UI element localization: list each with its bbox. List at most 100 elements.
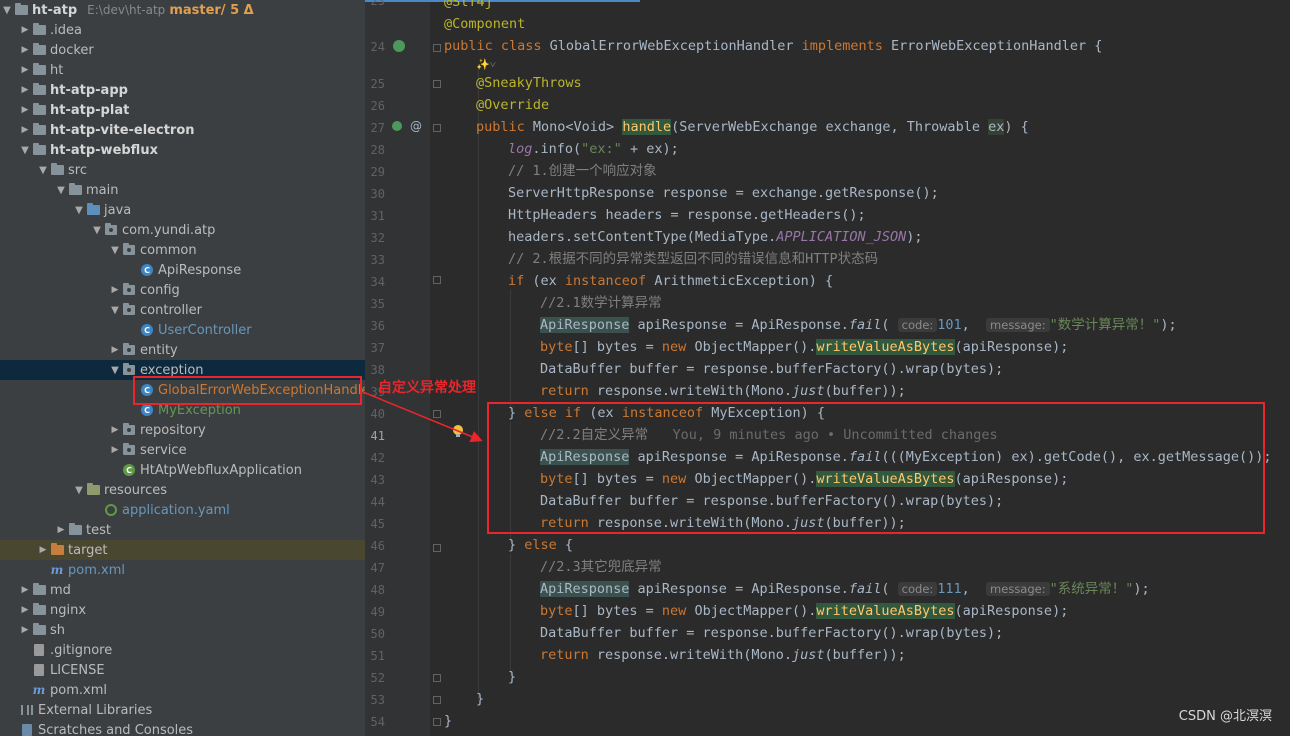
tree-item[interactable]: ▼ ht-atp-webflux — [0, 140, 365, 160]
tree-item[interactable]: ▶ config — [0, 280, 365, 300]
tree-item-label: sh — [50, 622, 66, 638]
package-icon — [122, 343, 136, 357]
code-line-35: //2.1数学计算异常 — [540, 295, 662, 311]
chevron-right-icon[interactable]: ▶ — [18, 105, 32, 115]
tree-item[interactable]: ▼ common — [0, 240, 365, 260]
resources-folder-icon — [86, 483, 100, 497]
tree-item-label: common — [140, 242, 197, 258]
chevron-right-icon[interactable]: ▶ — [54, 525, 68, 535]
git-branch: master/ 5 Δ — [169, 2, 254, 18]
tree-item[interactable]: application.yaml — [0, 500, 365, 520]
tree-item-label: LICENSE — [50, 662, 105, 678]
chevron-down-icon[interactable]: ▼ — [108, 305, 122, 316]
tree-item[interactable]: m pom.xml — [0, 680, 365, 700]
tree-item[interactable]: External Libraries — [0, 700, 365, 720]
chevron-down-icon[interactable]: ▼ — [90, 225, 104, 236]
package-icon — [122, 363, 136, 377]
tree-item[interactable]: ▶ target — [0, 540, 365, 560]
chevron-right-icon[interactable]: ▶ — [18, 605, 32, 615]
fold-toggle-icon[interactable] — [433, 718, 441, 726]
tree-item[interactable]: ▼ src — [0, 160, 365, 180]
tree-item-label: pom.xml — [50, 682, 107, 698]
tree-item-label: ht-atp-vite-electron — [50, 122, 195, 138]
chevron-right-icon[interactable]: ▶ — [18, 625, 32, 635]
tree-item[interactable]: ▶ ht-atp-vite-electron — [0, 120, 365, 140]
tree-item[interactable]: ▼ controller — [0, 300, 365, 320]
line-number: 29 — [370, 165, 385, 179]
tree-item[interactable]: ▼ resources — [0, 480, 365, 500]
chevron-right-icon[interactable]: ▶ — [108, 285, 122, 295]
lightbulb-icon[interactable] — [453, 425, 463, 437]
folder-icon — [32, 63, 46, 77]
tree-item[interactable]: C UserController — [0, 320, 365, 340]
chevron-right-icon[interactable]: ▶ — [108, 425, 122, 435]
package-icon — [122, 243, 136, 257]
fold-toggle-icon[interactable] — [433, 44, 441, 52]
code-line-52: } — [508, 669, 517, 685]
line-number: 49 — [370, 605, 385, 619]
line-number: 31 — [370, 209, 385, 223]
chevron-down-icon[interactable]: ▼ — [108, 245, 122, 256]
tree-item[interactable]: ▶ sh — [0, 620, 365, 640]
fold-toggle-icon[interactable] — [433, 80, 441, 88]
tree-item[interactable]: ▶ md — [0, 580, 365, 600]
chevron-right-icon[interactable]: ▶ — [108, 445, 122, 455]
chevron-down-icon[interactable]: ▼ — [108, 365, 122, 376]
tree-item[interactable]: C ApiResponse — [0, 260, 365, 280]
override-gutter-icon[interactable] — [392, 121, 402, 131]
tree-item[interactable]: ▶ ht — [0, 60, 365, 80]
tree-item[interactable]: ▼ com.yundi.atp — [0, 220, 365, 240]
chevron-right-icon[interactable]: ▶ — [18, 585, 32, 595]
project-name: ht-atp — [32, 2, 78, 18]
chevron-down-icon[interactable]: ▼ — [72, 485, 86, 496]
tree-item-label: repository — [140, 422, 206, 438]
line-number: 47 — [370, 561, 385, 575]
tree-item[interactable]: m pom.xml — [0, 560, 365, 580]
chevron-right-icon[interactable]: ▶ — [36, 545, 50, 555]
tree-item[interactable]: ▶ entity — [0, 340, 365, 360]
chevron-down-icon[interactable]: ▼ — [0, 5, 14, 16]
annotation-gutter-icon[interactable]: @ — [410, 119, 422, 133]
chevron-right-icon[interactable]: ▶ — [18, 45, 32, 55]
tree-item[interactable]: ▼ java — [0, 200, 365, 220]
chevron-right-icon[interactable]: ▶ — [18, 65, 32, 75]
line-number: 40 — [370, 407, 385, 421]
tree-item[interactable]: ▶ docker — [0, 40, 365, 60]
line-number: 43 — [370, 473, 385, 487]
tree-item[interactable]: C HtAtpWebfluxApplication — [0, 460, 365, 480]
tree-item[interactable]: Scratches and Consoles — [0, 720, 365, 736]
chevron-down-icon[interactable]: ▼ — [72, 205, 86, 216]
chevron-down-icon[interactable]: ▼ — [36, 165, 50, 176]
implements-gutter-icon[interactable] — [393, 40, 405, 52]
tree-item[interactable]: ▶ test — [0, 520, 365, 540]
line-number: 42 — [370, 451, 385, 465]
tree-item[interactable]: .gitignore — [0, 640, 365, 660]
chevron-right-icon[interactable]: ▶ — [18, 125, 32, 135]
fold-toggle-icon[interactable] — [433, 410, 441, 418]
chevron-right-icon[interactable]: ▶ — [108, 345, 122, 355]
chevron-down-icon[interactable]: ▼ — [54, 185, 68, 196]
tree-item[interactable]: ▶ repository — [0, 420, 365, 440]
editor-tab-indicator — [365, 0, 640, 2]
tree-item[interactable]: ▼ main — [0, 180, 365, 200]
tree-item[interactable]: ▶ ht-atp-app — [0, 80, 365, 100]
tree-item[interactable]: ▶ ht-atp-plat — [0, 100, 365, 120]
maven-icon: m — [50, 563, 64, 577]
fold-toggle-icon[interactable] — [433, 276, 441, 284]
tree-item[interactable]: ▶ nginx — [0, 600, 365, 620]
fold-toggle-icon[interactable] — [433, 696, 441, 704]
tree-item[interactable]: ▶ .idea — [0, 20, 365, 40]
tree-root-row[interactable]: ▼ ht-atp E:\dev\ht-atp master/ 5 Δ — [0, 0, 365, 20]
tree-item[interactable]: LICENSE — [0, 660, 365, 680]
line-number: 37 — [370, 341, 385, 355]
fold-toggle-icon[interactable] — [433, 544, 441, 552]
tree-item-label: External Libraries — [38, 702, 153, 718]
fold-toggle-icon[interactable] — [433, 124, 441, 132]
tree-item-label: .gitignore — [50, 642, 113, 658]
chevron-right-icon[interactable]: ▶ — [18, 25, 32, 35]
fold-toggle-icon[interactable] — [433, 674, 441, 682]
tree-item[interactable]: ▶ service — [0, 440, 365, 460]
chevron-down-icon[interactable]: ▼ — [18, 145, 32, 156]
chevron-right-icon[interactable]: ▶ — [18, 85, 32, 95]
project-path: E:\dev\ht-atp — [87, 3, 166, 17]
